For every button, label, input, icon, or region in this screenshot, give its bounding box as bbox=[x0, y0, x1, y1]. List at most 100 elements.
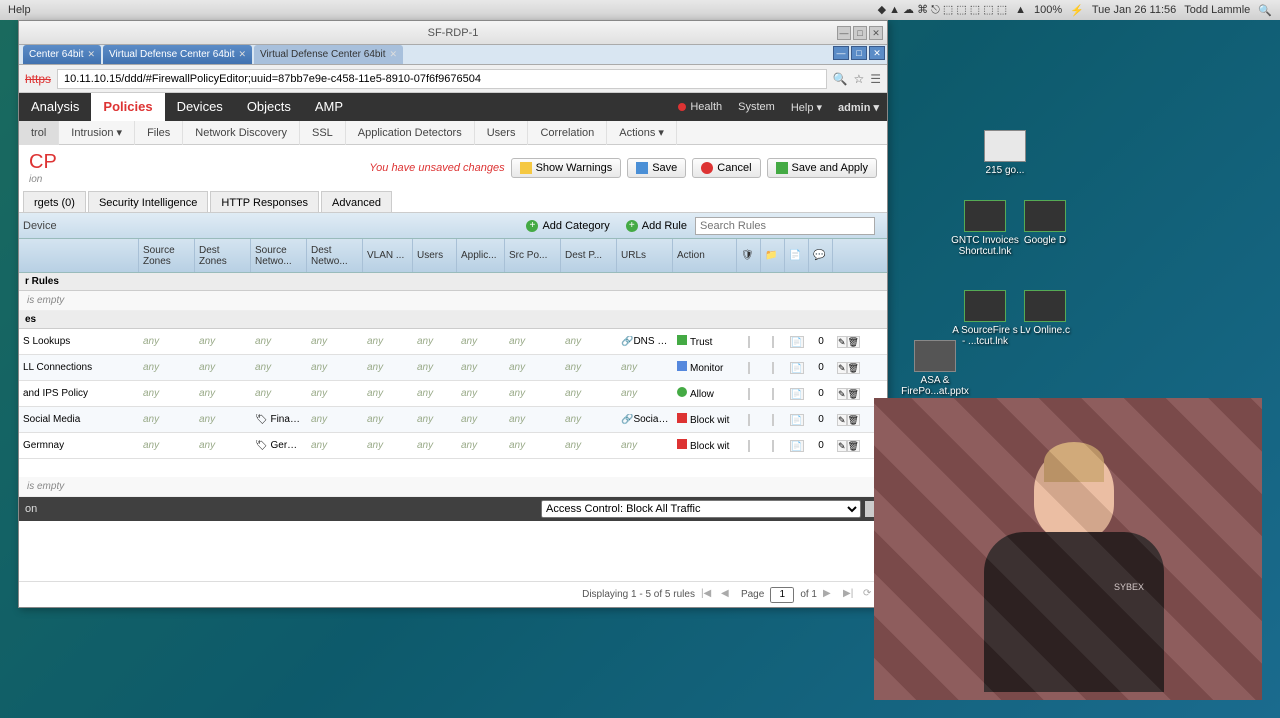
menu-icon[interactable]: ☰ bbox=[870, 72, 881, 86]
window-minimize-icon[interactable]: — bbox=[833, 46, 849, 60]
nav-policies[interactable]: Policies bbox=[91, 93, 164, 121]
subnav-intrusion[interactable]: Intrusion ▾ bbox=[59, 121, 135, 145]
policy-tab-advanced[interactable]: Advanced bbox=[321, 191, 392, 212]
add-rule-button[interactable]: +Add Rule bbox=[618, 220, 695, 232]
edit-icon[interactable]: ✎ bbox=[837, 362, 847, 374]
page-last-icon[interactable]: ▶| bbox=[843, 588, 857, 602]
show-warnings-button[interactable]: Show Warnings bbox=[511, 158, 622, 178]
tab-close-icon[interactable]: ✕ bbox=[238, 49, 246, 60]
search-icon[interactable]: 🔍 bbox=[833, 72, 848, 86]
file-flag-icon[interactable] bbox=[772, 362, 774, 374]
subnav-users[interactable]: Users bbox=[475, 121, 529, 145]
col-action[interactable]: Action bbox=[673, 239, 737, 272]
log-flag-icon[interactable]: 📄 bbox=[790, 362, 803, 374]
col-vlan[interactable]: VLAN ... bbox=[363, 239, 413, 272]
tab-close-icon[interactable]: ✕ bbox=[87, 49, 95, 60]
page-input[interactable] bbox=[770, 587, 794, 603]
search-rules-input[interactable] bbox=[695, 217, 875, 235]
default-action-select[interactable]: Access Control: Block All Traffic bbox=[541, 500, 861, 518]
rule-row[interactable]: Social Mediaanyany🏷 Financeanyanyanyanya… bbox=[19, 407, 887, 433]
nav-devices[interactable]: Devices bbox=[165, 93, 235, 121]
health-status[interactable]: Health bbox=[670, 101, 730, 113]
minimize-icon[interactable]: — bbox=[837, 26, 851, 40]
file-flag-icon[interactable] bbox=[772, 414, 774, 426]
window-close-icon[interactable]: ✕ bbox=[869, 46, 885, 60]
page-next-icon[interactable]: ▶ bbox=[823, 588, 837, 602]
url-input[interactable] bbox=[57, 69, 827, 89]
add-category-button[interactable]: +Add Category bbox=[518, 220, 617, 232]
subnav-correlation[interactable]: Correlation bbox=[528, 121, 607, 145]
log-flag-icon[interactable]: 📄 bbox=[790, 414, 803, 426]
log-flag-icon[interactable]: 📄 bbox=[790, 336, 803, 348]
delete-icon[interactable]: 🗑 bbox=[847, 388, 860, 400]
rule-row[interactable]: Germnayanyany🏷 Germanyanyanyanyanyanyany… bbox=[19, 433, 887, 459]
log-flag-icon[interactable]: 📄 bbox=[790, 388, 803, 400]
edit-icon[interactable]: ✎ bbox=[837, 440, 847, 452]
file-flag-icon[interactable] bbox=[772, 336, 774, 348]
subnav-network-discovery[interactable]: Network Discovery bbox=[183, 121, 300, 145]
page-prev-icon[interactable]: ◀ bbox=[721, 588, 735, 602]
col-dest-ports[interactable]: Dest P... bbox=[561, 239, 617, 272]
save-apply-button[interactable]: Save and Apply bbox=[767, 158, 877, 178]
subnav-ssl[interactable]: SSL bbox=[300, 121, 346, 145]
col-users[interactable]: Users bbox=[413, 239, 457, 272]
browser-tab[interactable]: Virtual Defense Center 64bit✕ bbox=[254, 45, 403, 64]
rdp-titlebar[interactable]: SF-RDP-1 — □ ✕ bbox=[19, 21, 887, 45]
bookmark-icon[interactable]: ☆ bbox=[853, 72, 864, 86]
desktop-icon[interactable]: 215 go... bbox=[970, 130, 1040, 176]
save-button[interactable]: Save bbox=[627, 158, 686, 178]
desktop-icon[interactable]: ASA & FirePo...at.pptx bbox=[900, 340, 970, 397]
edit-icon[interactable]: ✎ bbox=[837, 388, 847, 400]
col-applications[interactable]: Applic... bbox=[457, 239, 505, 272]
maximize-icon[interactable]: □ bbox=[853, 26, 867, 40]
log-flag-icon[interactable]: 📄 bbox=[790, 440, 803, 452]
rule-row[interactable]: S Lookupsanyanyanyanyanyanyanyanyany🔗DNS… bbox=[19, 329, 887, 355]
file-flag-icon[interactable] bbox=[772, 440, 774, 452]
nav-analysis[interactable]: Analysis bbox=[19, 93, 91, 121]
col-dest-zones[interactable]: Dest Zones bbox=[195, 239, 251, 272]
tab-close-icon[interactable]: ✕ bbox=[389, 49, 397, 60]
col-dest-networks[interactable]: Dest Netwo... bbox=[307, 239, 363, 272]
col-urls[interactable]: URLs bbox=[617, 239, 673, 272]
shield-flag-icon[interactable] bbox=[748, 414, 750, 426]
nav-help[interactable]: Help ▾ bbox=[783, 101, 830, 114]
desktop-icon[interactable]: Lv Online.c bbox=[1010, 290, 1080, 336]
search-icon[interactable]: 🔍 bbox=[1258, 4, 1272, 17]
desktop-icon[interactable]: Google D bbox=[1010, 200, 1080, 246]
subnav-actions[interactable]: Actions ▾ bbox=[607, 121, 677, 145]
rule-section-header[interactable]: es bbox=[19, 311, 887, 329]
nav-admin[interactable]: admin ▾ bbox=[830, 101, 887, 114]
policy-tab-security-intel[interactable]: Security Intelligence bbox=[88, 191, 208, 212]
browser-tab[interactable]: Center 64bit✕ bbox=[23, 45, 101, 64]
nav-system[interactable]: System bbox=[730, 101, 783, 113]
edit-icon[interactable]: ✎ bbox=[837, 414, 847, 426]
shield-flag-icon[interactable] bbox=[748, 388, 750, 400]
rule-row[interactable]: and IPS Policyanyanyanyanyanyanyanyanyan… bbox=[19, 381, 887, 407]
help-menu[interactable]: Help bbox=[8, 4, 31, 16]
col-source-zones[interactable]: Source Zones bbox=[139, 239, 195, 272]
subnav-files[interactable]: Files bbox=[135, 121, 183, 145]
browser-tab[interactable]: Virtual Defense Center 64bit✕ bbox=[103, 45, 252, 64]
shield-flag-icon[interactable] bbox=[748, 440, 750, 452]
delete-icon[interactable]: 🗑 bbox=[847, 336, 860, 348]
col-src-ports[interactable]: Src Po... bbox=[505, 239, 561, 272]
policy-tab-http-responses[interactable]: HTTP Responses bbox=[210, 191, 319, 212]
nav-amp[interactable]: AMP bbox=[303, 93, 355, 121]
delete-icon[interactable]: 🗑 bbox=[847, 362, 860, 374]
subnav-item[interactable]: trol bbox=[19, 121, 59, 145]
policy-tab-targets[interactable]: rgets (0) bbox=[23, 191, 86, 212]
file-flag-icon[interactable] bbox=[772, 388, 774, 400]
rule-section-header[interactable]: r Rules bbox=[19, 273, 887, 291]
delete-icon[interactable]: 🗑 bbox=[847, 440, 860, 452]
shield-flag-icon[interactable] bbox=[748, 362, 750, 374]
close-icon[interactable]: ✕ bbox=[869, 26, 883, 40]
window-maximize-icon[interactable]: □ bbox=[851, 46, 867, 60]
shield-flag-icon[interactable] bbox=[748, 336, 750, 348]
edit-icon[interactable]: ✎ bbox=[837, 336, 847, 348]
nav-objects[interactable]: Objects bbox=[235, 93, 303, 121]
delete-icon[interactable]: 🗑 bbox=[847, 414, 860, 426]
col-source-networks[interactable]: Source Netwo... bbox=[251, 239, 307, 272]
subnav-app-detectors[interactable]: Application Detectors bbox=[346, 121, 475, 145]
rule-row[interactable]: LL Connectionsanyanyanyanyanyanyanyanyan… bbox=[19, 355, 887, 381]
wifi-icon[interactable]: ▲ bbox=[1015, 4, 1026, 16]
